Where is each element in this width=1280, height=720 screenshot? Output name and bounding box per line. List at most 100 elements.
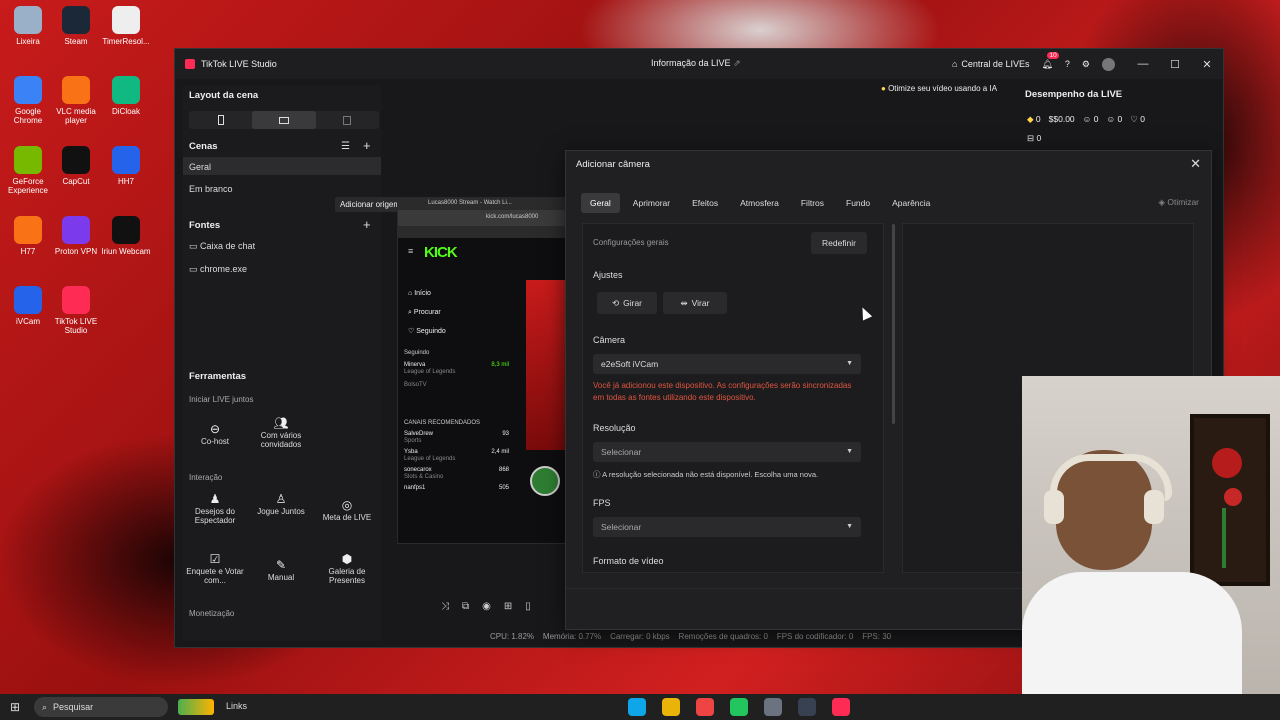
recycle-bin-icon	[14, 6, 42, 34]
scene-list-icon[interactable]: ☰	[341, 141, 350, 152]
links-toolbar[interactable]: Links	[226, 701, 247, 711]
resolution-select[interactable]: Selecionar ▼	[593, 442, 861, 462]
source-item-chrome[interactable]: ▭ chrome.exe	[189, 264, 247, 275]
ai-tip[interactable]: ● Otimize seu vídeo usando a IA	[881, 84, 997, 93]
chevron-down-icon: ▼	[846, 523, 853, 530]
desktop-icon-iriun[interactable]: Iriun Webcam	[98, 216, 154, 256]
heart-icon: ♡	[1130, 114, 1138, 124]
record-icon[interactable]: ◉	[482, 601, 491, 617]
timer-icon	[112, 6, 140, 34]
notification-badge: 10	[1047, 51, 1059, 59]
flip-button[interactable]: ⇹ Virar	[663, 292, 727, 314]
gift-gallery-icon: ⬢	[341, 552, 353, 566]
edge-icon[interactable]	[628, 698, 646, 716]
tool-live-goal[interactable]: ◎ Meta de LIVE	[317, 498, 377, 522]
desktop-icon-label: Iriun Webcam	[101, 247, 151, 256]
scene-item-selected[interactable]	[183, 157, 381, 175]
tool-poll[interactable]: ☑ Enquete e Votar com...	[185, 552, 245, 585]
chat-source-icon: ▭	[189, 241, 198, 251]
tool-cohost[interactable]: ⊖ Co-host	[185, 423, 245, 446]
taskbar-search[interactable]: ⌕ Pesquisar	[34, 697, 168, 717]
optimize-button[interactable]: ◈ Otimizar	[1158, 197, 1199, 208]
windows-start-icon[interactable]: ⊞	[10, 700, 20, 714]
desktop-icon-label: VLC media player	[56, 107, 96, 125]
tiktok-logo-icon	[185, 59, 195, 69]
desktop-icon-label: DiCloak	[111, 107, 140, 116]
desktop-icon-hh7[interactable]: HH7	[98, 146, 154, 186]
layout-dual-button[interactable]	[316, 111, 379, 129]
scene-item-em-branco[interactable]: Em branco	[189, 184, 233, 194]
scene-item-geral[interactable]: Geral	[189, 162, 211, 172]
grid-icon[interactable]: ⊞	[504, 601, 512, 617]
following-list: Minerva 8,3 mil League of Legends BolsoTV	[404, 362, 509, 388]
widgets-icon[interactable]	[178, 699, 214, 715]
flip-icon: ⇹	[680, 297, 688, 308]
tool-viewer-wishes[interactable]: ♟ Desejos do Espectador	[185, 493, 245, 525]
preview-toolbar: ⤨ ⧉ ◉ ⊞ ▯	[441, 601, 571, 617]
maximize-icon[interactable]: ☐	[1159, 58, 1191, 71]
tool-manual[interactable]: ✎ Manual	[251, 559, 311, 582]
camera-select[interactable]: e2eSoft iVCam ▼	[593, 354, 861, 374]
ivcam-icon	[14, 286, 42, 314]
share-box-icon: ⊟	[1027, 133, 1035, 143]
tab-filtros[interactable]: Filtros	[792, 193, 833, 213]
live-info-button[interactable]: Informação da LIVE ⇗	[651, 58, 741, 69]
help-icon[interactable]: ?	[1065, 59, 1070, 69]
settings-scrollbar[interactable]	[892, 224, 895, 424]
obs-icon[interactable]	[798, 698, 816, 716]
webcam-overlay	[1022, 376, 1280, 720]
avatar[interactable]	[1102, 57, 1115, 71]
tool-multi-guest[interactable]: 👥︎ Com vários convidados	[251, 417, 311, 449]
desktop-icon-proton-vpn[interactable]: Proton VPN	[48, 216, 104, 256]
fps-select[interactable]: Selecionar ▼	[593, 517, 861, 537]
desktop-icon-dicloak[interactable]: DiCloak	[98, 76, 154, 116]
tiktok-icon[interactable]	[832, 698, 850, 716]
tab-aprimorar[interactable]: Aprimorar	[624, 193, 679, 213]
calculator-icon[interactable]	[764, 698, 782, 716]
video-format-label: Formato de vídeo	[593, 556, 664, 566]
tool-gift-gallery[interactable]: ⬢ Galeria de Presentes	[317, 552, 377, 585]
close-icon[interactable]: ✕	[1191, 58, 1223, 71]
transition-icon[interactable]: ⤨	[441, 601, 449, 617]
tab-atmosfera[interactable]: Atmosfera	[731, 193, 788, 213]
desktop-icon-tiktok[interactable]: TikTok LIVE Studio	[48, 286, 104, 335]
poll-icon: ☑	[209, 552, 221, 566]
kick-logo: KICK	[424, 244, 458, 261]
add-scene-icon[interactable]: +	[363, 138, 371, 153]
scene-preview[interactable]: Lucas8000 Stream - Watch Li... kick.com/…	[397, 197, 569, 544]
desktop-icon-steam[interactable]: Steam	[48, 6, 104, 46]
goal-icon: ◎	[341, 498, 353, 512]
layout-landscape-button[interactable]	[252, 111, 316, 129]
tab-geral[interactable]: Geral	[581, 193, 620, 213]
desktop-icon-timer[interactable]: TimerResol...	[98, 6, 154, 46]
tab-fundo[interactable]: Fundo	[837, 193, 879, 213]
tab-efeitos[interactable]: Efeitos	[683, 193, 727, 213]
resolution-label: Resolução	[593, 423, 636, 433]
settings-gear-icon[interactable]: ⚙	[1082, 59, 1090, 70]
screenshot-icon[interactable]: ⧉	[462, 601, 469, 617]
search-icon: ⌕	[42, 701, 48, 712]
chevron-down-icon: ▼	[846, 360, 853, 367]
resolution-warning: ⓘ A resolução selecionada não está dispo…	[593, 470, 819, 479]
add-source-icon[interactable]: +	[363, 217, 371, 232]
phone-icon[interactable]: ▯	[525, 601, 531, 617]
notifications-button[interactable]: 🔔︎ 10	[1041, 51, 1059, 70]
share-icon: ⇗	[733, 58, 741, 68]
rotate-button[interactable]: ⟲ Girar	[597, 292, 657, 314]
file-explorer-icon[interactable]	[662, 698, 680, 716]
source-item-chat[interactable]: ▭ Caixa de chat	[189, 241, 255, 252]
tools-section-interaction: Interação	[189, 473, 223, 482]
dialog-close-icon[interactable]: ✕	[1190, 156, 1201, 172]
proton-vpn-icon	[62, 216, 90, 244]
whatsapp-icon[interactable]	[730, 698, 748, 716]
camera-label: Câmera	[593, 335, 626, 345]
reset-button[interactable]: Redefinir	[811, 232, 867, 254]
tool-play-together[interactable]: ♙ Jogue Juntos	[251, 493, 311, 516]
central-lives-button[interactable]: ⌂ Central de LIVEs	[952, 59, 1029, 69]
desktop-icon-capcut[interactable]: CapCut	[48, 146, 104, 186]
minimize-icon[interactable]: —	[1127, 58, 1159, 70]
desktop-icon-vlc[interactable]: VLC media player	[48, 76, 104, 125]
chrome-icon[interactable]	[696, 698, 714, 716]
layout-portrait-button[interactable]	[189, 111, 252, 129]
tab-aparencia[interactable]: Aparência	[883, 193, 939, 213]
